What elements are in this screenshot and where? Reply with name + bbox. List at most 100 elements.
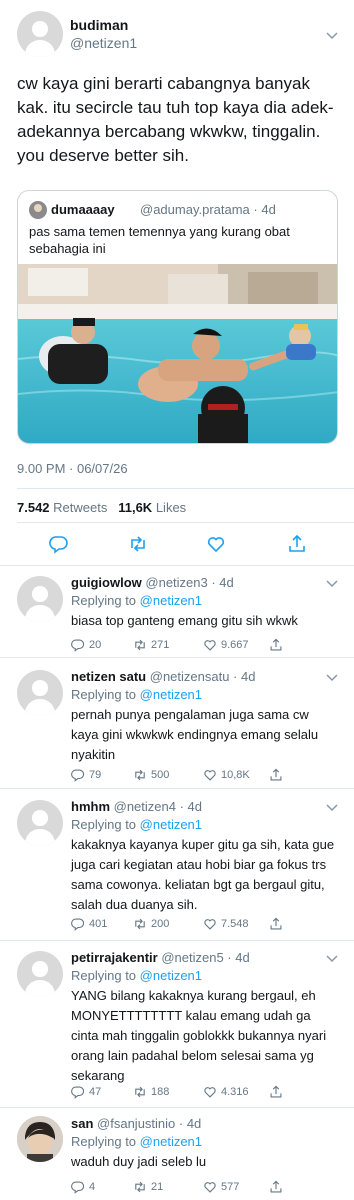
quoted-photo[interactable] [18,264,337,443]
retweet-icon [135,918,145,930]
reply-icon [71,639,85,652]
reply-author-name[interactable]: hmhm [71,799,110,814]
chevron-down-icon[interactable] [325,951,339,965]
retweet-button[interactable]: 271 [133,637,169,653]
avatar[interactable] [17,670,63,716]
quoted-avatar [29,201,47,219]
avatar[interactable] [17,11,63,57]
reply-count: 47 [89,1086,102,1098]
reply-author-handle[interactable]: @netizensatu · 4d [150,669,256,684]
author-name[interactable]: budiman [70,17,128,33]
reply-actions: 20 271 9.667 [71,637,331,653]
replying-to-link[interactable]: @netizen1 [140,817,202,832]
divider [17,522,354,523]
reply-text: kakaknya kayanya kuper gitu ga sih, kata… [71,837,335,912]
reply-button[interactable]: 20 [71,637,101,653]
reply-tweet[interactable]: san @fsanjustinio · 4d Replying to @neti… [0,1107,354,1200]
reply-author-handle[interactable]: @netizen4 · 4d [114,799,202,814]
retweet-button[interactable]: 21 [133,1179,163,1195]
like-button[interactable]: 10,8K [203,767,250,783]
share-button[interactable] [269,767,283,783]
reply-tweet[interactable]: hmhm @netizen4 · 4d Replying to @netizen… [0,788,354,940]
reply-icon [71,1086,85,1099]
replying-to-link[interactable]: @netizen1 [140,687,202,702]
quoted-tweet[interactable]: dumaaaay @adumay.pratama · 4d pas sama t… [17,190,338,444]
avatar[interactable] [17,951,63,997]
like-icon [204,640,216,651]
chevron-down-icon[interactable] [325,576,339,590]
main-tweet: budiman @netizen1 cw kaya gini berarti c… [0,0,354,566]
reply-count: 401 [89,918,108,930]
like-button[interactable]: 577 [203,1179,239,1195]
like-icon [204,919,216,930]
chevron-down-icon[interactable] [325,28,339,42]
retweets-label[interactable]: Retweets [53,500,107,515]
replying-to: Replying to @netizen1 [71,593,203,608]
replying-to-link[interactable]: @netizen1 [140,593,202,608]
quoted-tweet-text: pas sama temen temennya yang kurang obat… [29,224,290,256]
share-button[interactable] [269,1179,283,1195]
reply-count: 79 [89,769,102,781]
retweet-icon [135,639,145,651]
reply-author-name[interactable]: guigiowlow [71,575,142,590]
retweet-button[interactable]: 200 [133,916,169,932]
tweet-timestamp[interactable]: 9.00 PM · 06/07/26 [17,461,128,476]
replying-to-link[interactable]: @netizen1 [140,1134,202,1149]
like-count: 7.548 [221,918,249,930]
likes-label[interactable]: Likes [156,500,186,515]
avatar[interactable] [17,800,63,846]
reply-text: YANG bilang kakaknya kurang bergaul, eh … [71,988,327,1083]
avatar[interactable] [17,1116,63,1162]
share-icon [270,768,282,781]
reply-tweet[interactable]: netizen satu @netizensatu · 4d Replying … [0,657,354,788]
retweet-button[interactable]: 188 [133,1084,169,1100]
reply-icon [71,769,85,782]
reply-button[interactable]: 47 [71,1084,101,1100]
retweet-count: 188 [151,1086,170,1098]
reply-button[interactable]: 4 [71,1179,95,1195]
reply-icon[interactable] [49,534,69,554]
like-button[interactable]: 7.548 [203,916,249,932]
reply-author-handle[interactable]: @fsanjustinio · 4d [97,1116,201,1131]
share-button[interactable] [269,637,283,653]
replying-to: Replying to @netizen1 [71,968,203,983]
share-icon [270,1180,282,1193]
reply-count: 4 [89,1181,96,1193]
reply-author-handle[interactable]: @netizen3 · 4d [145,575,233,590]
like-count[interactable]: 11,6K [118,500,152,515]
reply-button[interactable]: 401 [71,916,107,932]
reply-icon [71,1181,85,1194]
tweet-text: cw kaya gini berarti cabangnya banyak ka… [17,74,334,165]
replying-to-link[interactable]: @netizen1 [140,968,202,983]
reply-author-handle[interactable]: @netizen5 · 4d [161,950,249,965]
like-count: 577 [221,1181,240,1193]
chevron-down-icon[interactable] [325,670,339,684]
like-icon [204,770,216,781]
reply-actions: 47 188 4.316 [71,1084,331,1100]
reply-count: 20 [89,639,102,651]
like-button[interactable]: 9.667 [203,637,249,653]
replying-to: Replying to @netizen1 [71,1134,203,1149]
retweet-count: 21 [151,1181,164,1193]
reply-author-name[interactable]: netizen satu [71,669,146,684]
share-button[interactable] [269,916,283,932]
reply-author-name[interactable]: san [71,1116,93,1131]
reply-author-name[interactable]: petirrajakentir [71,950,158,965]
author-handle[interactable]: @netizen1 [70,35,137,51]
chevron-down-icon[interactable] [325,800,339,814]
replying-to: Replying to @netizen1 [71,687,203,702]
avatar[interactable] [17,576,63,622]
engagement-stats: 7.542 Retweets 11,6K Likes [17,500,186,515]
like-icon[interactable] [206,534,226,554]
retweet-count: 200 [151,918,170,930]
retweet-icon[interactable] [128,534,148,554]
reply-tweet[interactable]: petirrajakentir @netizen5 · 4d Replying … [0,940,354,1107]
retweet-icon [135,769,145,781]
reply-tweet[interactable]: guigiowlow @netizen3 · 4d Replying to @n… [0,565,354,657]
retweet-button[interactable]: 500 [133,767,169,783]
share-icon[interactable] [287,534,307,554]
reply-button[interactable]: 79 [71,767,101,783]
retweet-count[interactable]: 7.542 [17,500,50,515]
like-button[interactable]: 4.316 [203,1084,249,1100]
share-button[interactable] [269,1084,283,1100]
